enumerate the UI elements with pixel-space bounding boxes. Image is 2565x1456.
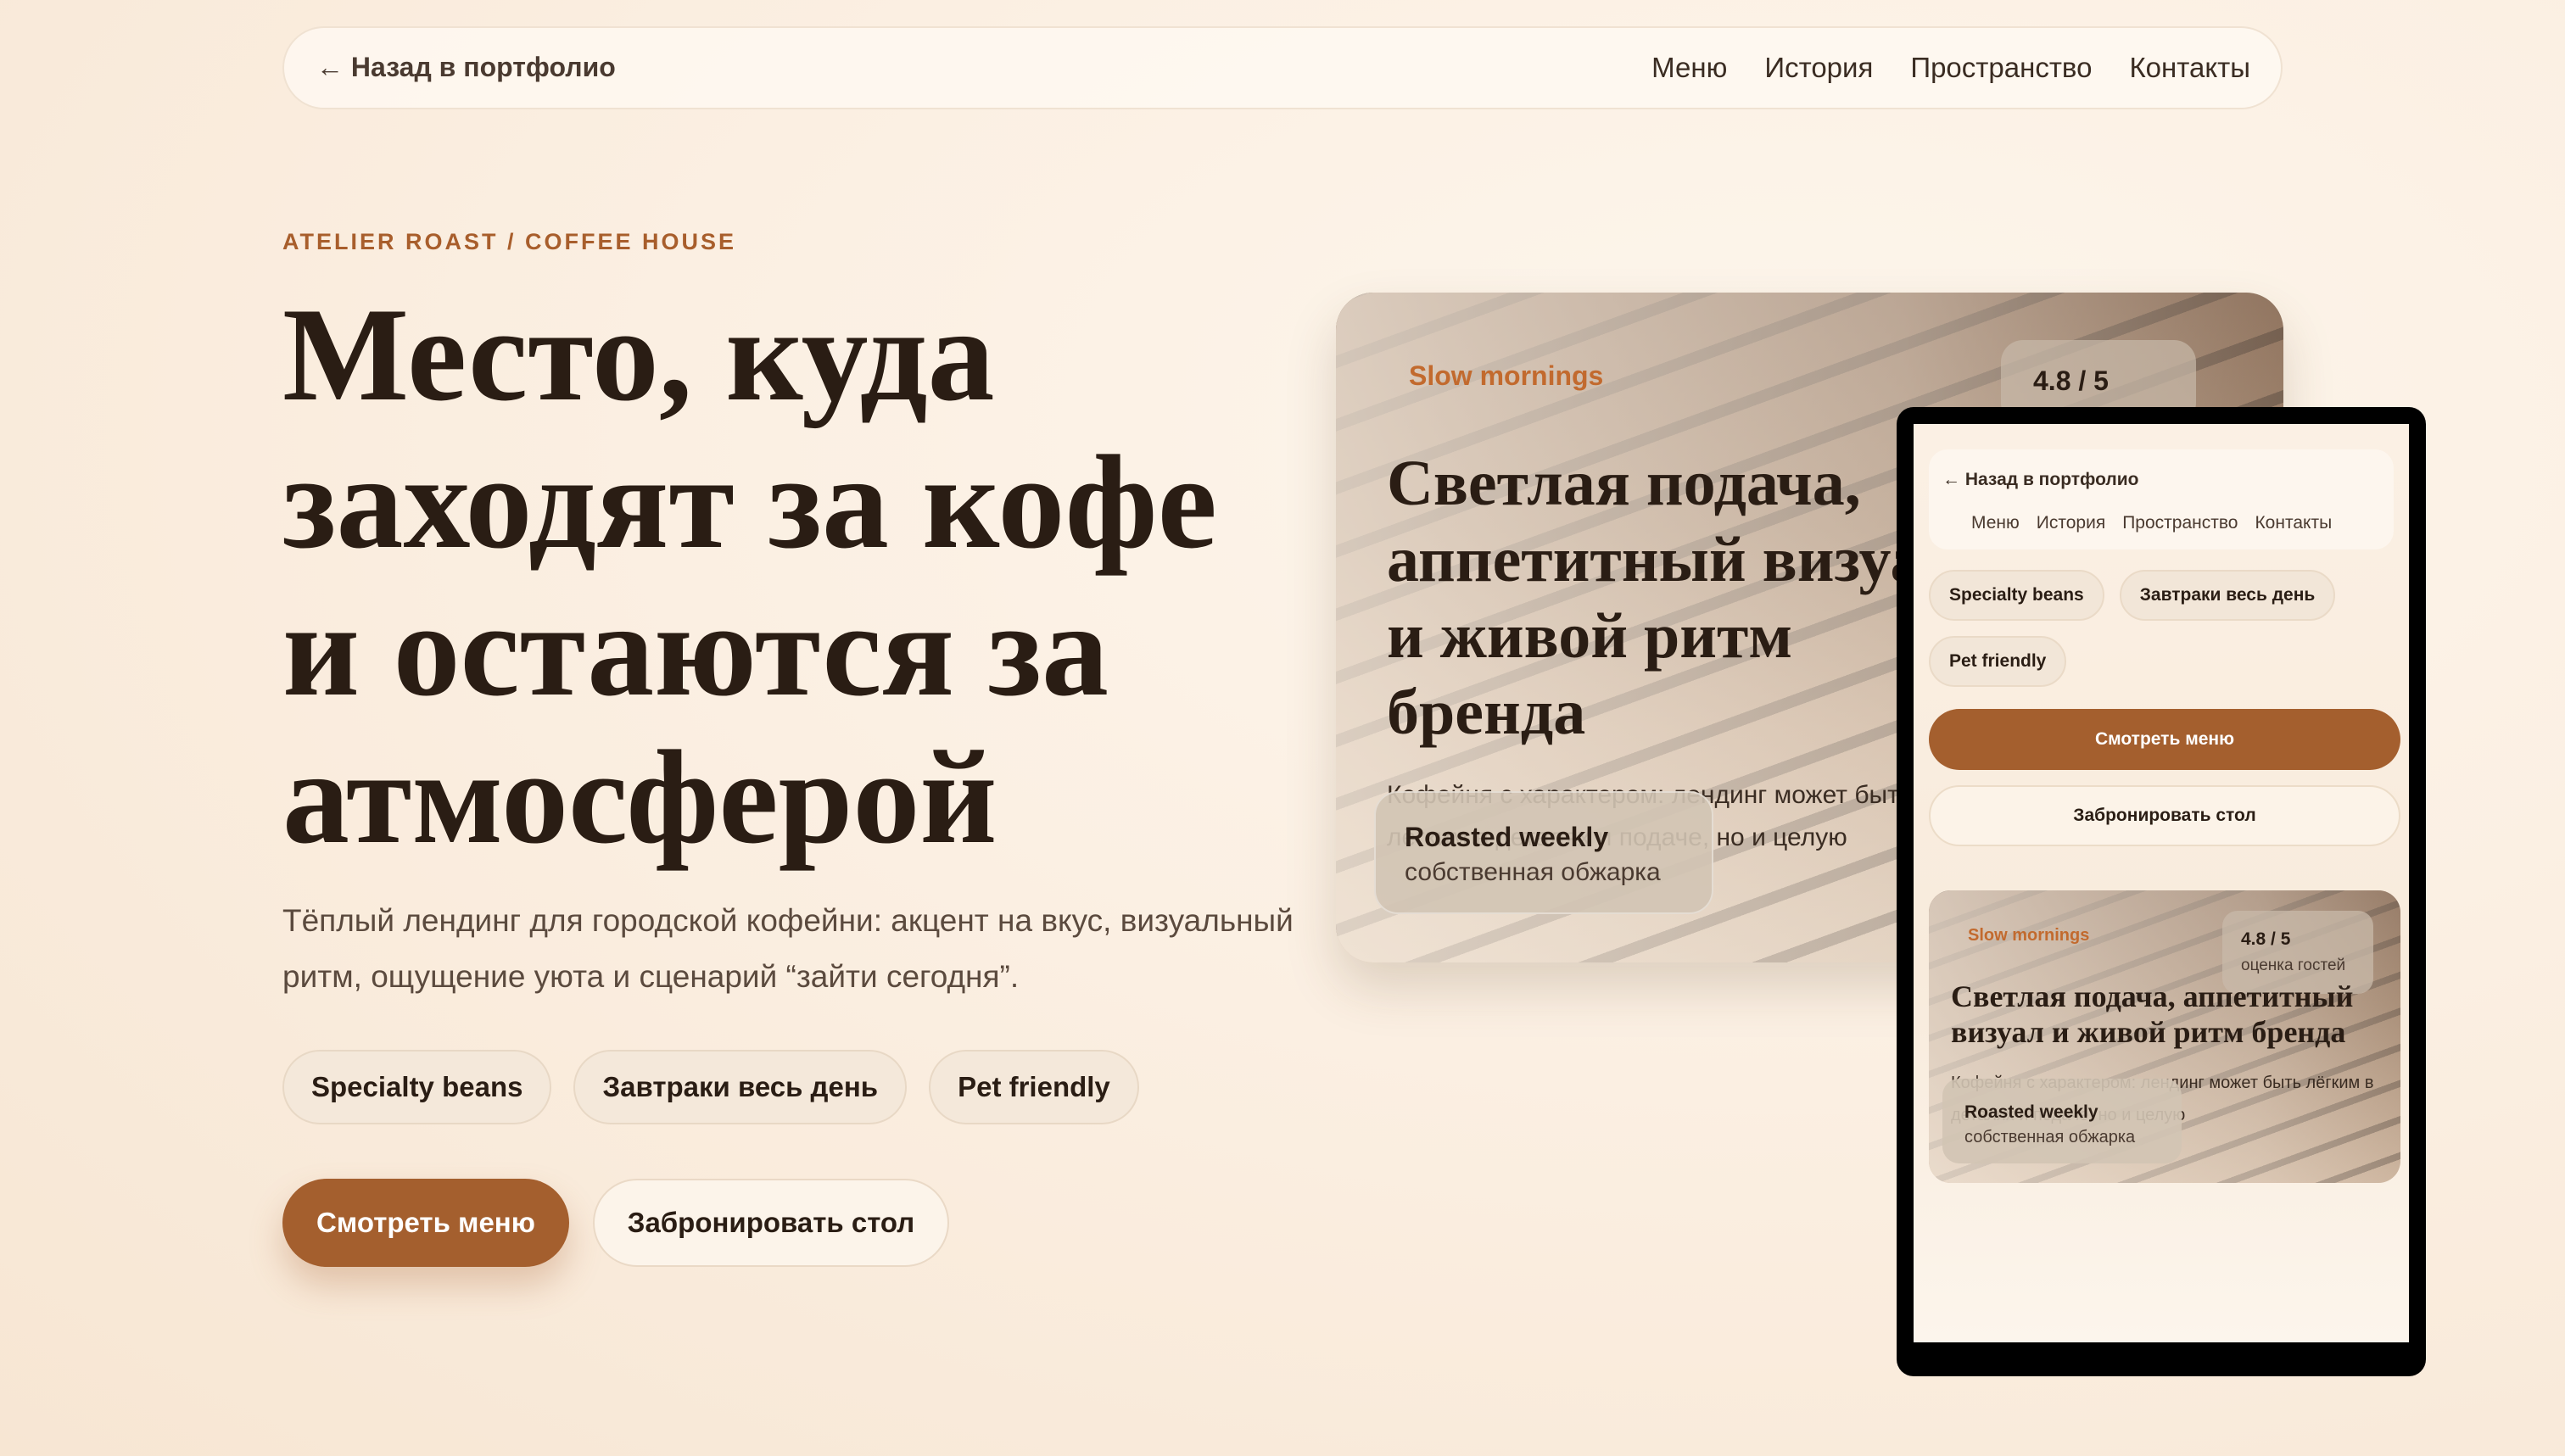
mobile-roasted-title: Roasted weekly <box>1964 1102 2098 1122</box>
mobile-tag-pet-friendly: Pet friendly <box>1929 636 2067 687</box>
hero-tags: Specialty beans Завтраки весь день Pet f… <box>282 1050 1139 1124</box>
top-navbar: ← Назад в портфолио Меню История Простра… <box>282 26 2283 109</box>
mobile-nav-link-menu[interactable]: Меню <box>1971 513 2020 533</box>
hero-title: Место, куда заходят за кофе и остаются з… <box>282 281 1217 872</box>
nav-link-contacts[interactable]: Контакты <box>2129 52 2250 84</box>
roasted-weekly-badge: Roasted weekly собственная обжарка <box>1374 791 1713 914</box>
tag-specialty-beans: Specialty beans <box>282 1050 552 1124</box>
mobile-rating-caption: оценка гостей <box>2241 957 2346 974</box>
mobile-view-menu-button[interactable]: Смотреть меню <box>1929 709 2400 770</box>
nav-links: Меню История Пространство Контакты <box>1651 52 2250 84</box>
nav-link-space[interactable]: Пространство <box>1910 52 2092 84</box>
roasted-weekly-title: Roasted weekly <box>1405 822 1609 852</box>
view-menu-button[interactable]: Смотреть меню <box>282 1179 569 1267</box>
preview-eyebrow: Slow mornings <box>1409 360 1604 391</box>
mobile-nav-link-contacts[interactable]: Контакты <box>2255 513 2332 533</box>
mobile-card-eyebrow: Slow mornings <box>1968 926 2090 945</box>
mobile-rating-value: 4.8 / 5 <box>2241 929 2291 949</box>
tag-breakfast-all-day: Завтраки весь день <box>573 1050 908 1124</box>
tag-pet-friendly: Pet friendly <box>929 1050 1139 1124</box>
mobile-nav-links: Меню История Пространство Контакты <box>1971 513 2332 533</box>
mobile-back-link[interactable]: ← Назад в портфолио <box>1942 470 2139 490</box>
nav-link-menu[interactable]: Меню <box>1651 52 1727 84</box>
mobile-preview-frame: ← Назад в портфолио Меню История Простра… <box>1897 407 2426 1376</box>
mobile-preview-screen: ← Назад в портфолио Меню История Простра… <box>1914 424 2409 1342</box>
mobile-book-table-button[interactable]: Забронировать стол <box>1929 785 2400 846</box>
hero-description: Тёплый лендинг для городской кофейни: ак… <box>282 903 1294 994</box>
mobile-tag-breakfast: Завтраки весь день <box>2119 570 2336 621</box>
book-table-button[interactable]: Забронировать стол <box>593 1179 949 1267</box>
mobile-nav-link-space[interactable]: Пространство <box>2122 513 2238 533</box>
roasted-weekly-subtitle: собственная обжарка <box>1405 858 1661 886</box>
preview-title: Светлая подача, аппетитный визуал и живо… <box>1387 448 1959 748</box>
rating-value: 4.8 / 5 <box>2033 365 2109 396</box>
mobile-preview-card: Slow mornings 4.8 / 5 оценка гостей Свет… <box>1929 890 2400 1183</box>
mobile-tags: Specialty beans Завтраки весь день Pet f… <box>1929 570 2404 687</box>
mobile-nav-link-history[interactable]: История <box>2037 513 2105 533</box>
mobile-roasted-badge: Roasted weekly собственная обжарка <box>1942 1079 2182 1163</box>
nav-link-history[interactable]: История <box>1764 52 1873 84</box>
back-to-portfolio-link[interactable]: ← Назад в портфолио <box>316 52 616 83</box>
mobile-tag-specialty-beans: Specialty beans <box>1929 570 2104 621</box>
mobile-roasted-subtitle: собственная обжарка <box>1964 1128 2136 1146</box>
mobile-navbar: ← Назад в портфолио Меню История Простра… <box>1929 449 2394 549</box>
mobile-card-title: Светлая подача, аппетитный визуал и живо… <box>1951 979 2354 1049</box>
hero-kicker: ATELIER ROAST / COFFEE HOUSE <box>282 229 737 254</box>
